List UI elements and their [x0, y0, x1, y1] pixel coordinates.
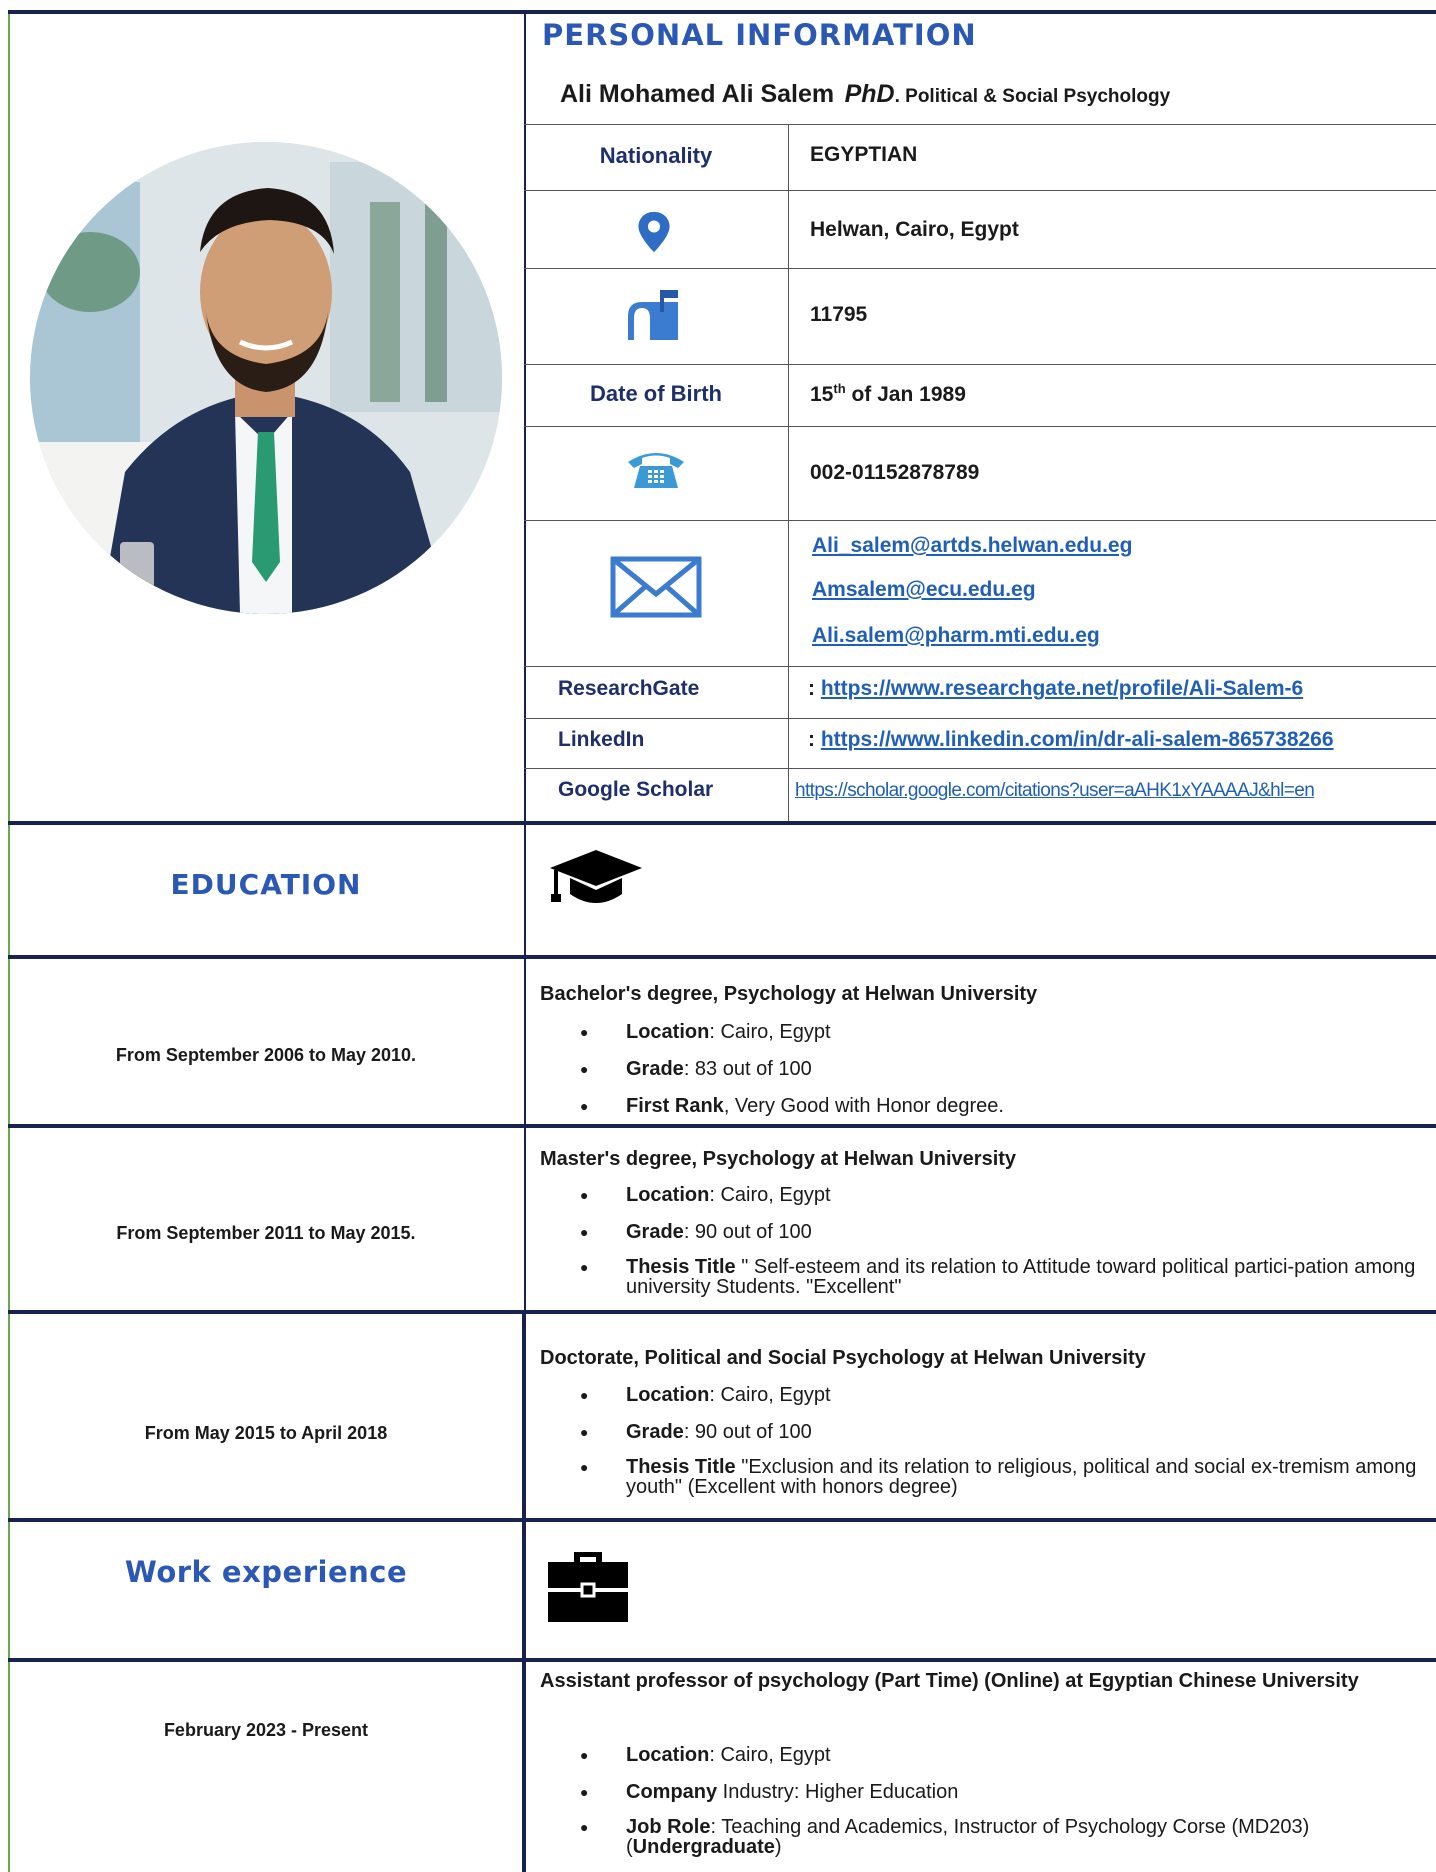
edu-title-3: Doctorate, Political and Social Psycholo… — [540, 1347, 1146, 1369]
graduation-cap-icon — [546, 850, 646, 911]
map-pin-icon — [632, 210, 676, 259]
portrait-illustration — [30, 142, 502, 614]
list-item: Company Industry: Higher Education — [540, 1780, 1420, 1804]
list-item: Location: Cairo, Egypt — [540, 1383, 1420, 1407]
dob-suffix: th — [833, 381, 846, 396]
edu-bullets-3: Location: Cairo, Egypt Grade: 90 out of … — [540, 1383, 1420, 1510]
nationality-value: EGYPTIAN — [810, 143, 918, 166]
edu-date-1: From September 2006 to May 2010. — [115, 1045, 417, 1065]
researchgate-link[interactable]: https://www.researchgate.net/profile/Ali… — [821, 677, 1303, 700]
scholar-label: Google Scholar — [558, 778, 714, 801]
row-rule — [524, 426, 1436, 427]
dob-label: Date of Birth — [590, 381, 722, 406]
divider — [522, 1522, 526, 1658]
divider — [524, 1128, 526, 1310]
work-date-1: February 2023 - Present — [163, 1720, 369, 1740]
email-link-2[interactable]: Amsalem@ecu.edu.eg — [812, 578, 1036, 602]
nationality-label: Nationality — [599, 143, 713, 168]
personal-divider — [524, 14, 526, 822]
list-item: Location: Cairo, Egypt — [540, 1020, 1420, 1044]
edu-date-3: From May 2015 to April 2018 — [144, 1423, 388, 1443]
row-rule — [524, 520, 1436, 521]
degree: PhD — [844, 80, 895, 108]
linkedin-label: LinkedIn — [558, 728, 645, 751]
edu-title-1: Bachelor's degree, Psychology at Helwan … — [540, 983, 1038, 1005]
address-value: Helwan, Cairo, Egypt — [810, 218, 1019, 241]
list-item: Thesis Title "Exclusion and its relation… — [540, 1457, 1420, 1497]
dob-rest: of Jan 1989 — [845, 383, 966, 406]
edu-date-2: From September 2011 to May 2015. — [116, 1223, 416, 1243]
email-link-3[interactable]: Ali.salem@pharm.mti.edu.eg — [812, 624, 1100, 648]
row-rule — [524, 190, 1436, 191]
list-item: Location: Cairo, Egypt — [540, 1743, 1420, 1767]
edu-bullets-1: Location: Cairo, Egypt Grade: 83 out of … — [540, 1020, 1420, 1131]
profile-photo — [30, 142, 502, 614]
section-title-personal: PERSONAL INFORMATION — [542, 18, 977, 52]
briefcase-icon — [546, 1548, 630, 1629]
work-title-1: Assistant professor of psychology (Part … — [540, 1670, 1359, 1692]
list-item: Grade: 90 out of 100 — [540, 1220, 1420, 1244]
field: . Political & Social Psychology — [894, 86, 1171, 107]
rule-work — [8, 1658, 1436, 1662]
rule-edu-4 — [8, 1518, 1436, 1522]
scholar-link[interactable]: https://scholar.google.com/citations?use… — [795, 780, 1315, 802]
email-link-1[interactable]: Ali_salem@artds.helwan.edu.eg — [812, 534, 1132, 558]
table-top-rule — [524, 124, 1436, 125]
work-bullets-1: Location: Cairo, Egypt Company Industry:… — [540, 1743, 1420, 1870]
rule-edu-1 — [8, 955, 1436, 959]
researchgate-label: ResearchGate — [558, 677, 700, 700]
rule-education — [8, 821, 1436, 825]
researchgate-colon: : — [808, 677, 821, 700]
full-name: Ali Mohamed Ali Salem — [560, 80, 835, 108]
researchgate-value: : https://www.researchgate.net/profile/A… — [808, 677, 1303, 701]
dob-value: 15th of Jan 1989 — [810, 381, 966, 407]
list-item: Thesis Title " Self-esteem and its relat… — [540, 1257, 1420, 1297]
postal-code-value: 11795 — [810, 303, 868, 326]
list-item: First Rank, Very Good with Honor degree. — [540, 1094, 1420, 1118]
divider — [524, 825, 526, 955]
divider — [524, 959, 526, 1124]
left-page-border — [8, 14, 10, 1872]
list-item: Grade: 90 out of 100 — [540, 1420, 1420, 1444]
dob-day: 15 — [810, 383, 834, 406]
linkedin-value: : https://www.linkedin.com/in/dr-ali-sal… — [808, 728, 1334, 752]
row-rule — [524, 364, 1436, 365]
row-rule — [524, 768, 1436, 769]
list-item: Grade: 83 out of 100 — [540, 1057, 1420, 1081]
divider — [522, 1662, 526, 1872]
edu-title-2: Master's degree, Psychology at Helwan Un… — [540, 1148, 1017, 1170]
edu-bullets-2: Location: Cairo, Egypt Grade: 90 out of … — [540, 1183, 1420, 1310]
list-item: Job Role: Teaching and Academics, Instru… — [540, 1817, 1420, 1857]
list-item: Location: Cairo, Egypt — [540, 1183, 1420, 1207]
name-line: Ali Mohamed Ali Salem PhD. Political & S… — [560, 80, 1170, 109]
top-rule — [8, 10, 1436, 14]
section-title-education: EDUCATION — [170, 868, 362, 901]
envelope-icon — [610, 556, 702, 623]
row-rule — [524, 718, 1436, 719]
row-rule — [524, 268, 1436, 269]
linkedin-link[interactable]: https://www.linkedin.com/in/dr-ali-salem… — [821, 728, 1334, 751]
rule-edu-3 — [8, 1310, 1436, 1314]
linkedin-colon: : — [808, 728, 821, 751]
telephone-icon — [626, 448, 686, 495]
mailbox-icon — [624, 288, 686, 347]
phone-value: 002-01152878789 — [810, 461, 980, 484]
section-title-work: Work experience — [124, 1555, 408, 1589]
row-rule — [524, 666, 1436, 667]
divider — [522, 1314, 526, 1518]
